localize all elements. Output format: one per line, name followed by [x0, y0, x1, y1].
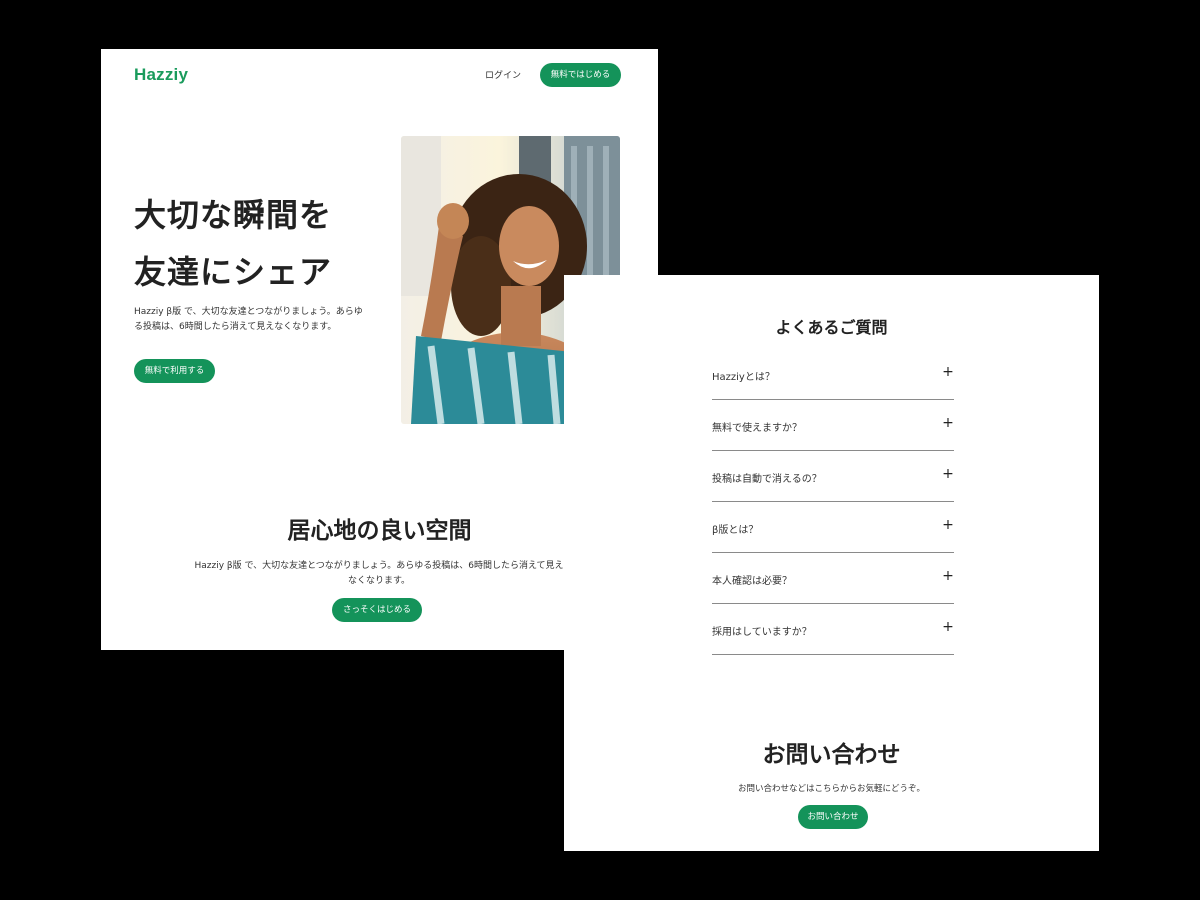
comfortable-space-description: Hazziy β版 で、大切な友達とつながりましょう。あらゆる投稿は、6時間した…	[194, 561, 564, 586]
plus-icon[interactable]: +	[942, 517, 954, 533]
hazziy-logo[interactable]: Hazziy	[134, 65, 188, 85]
contact-button[interactable]: お問い合わせ	[798, 805, 868, 829]
faq-question: β版とは？	[712, 525, 759, 536]
faq-question: 無料で使えますか？	[712, 423, 802, 434]
faq-item-hiring[interactable]: 採用はしていますか？ +	[712, 604, 954, 655]
plus-icon[interactable]: +	[942, 619, 954, 635]
free-start-button[interactable]: 無料ではじめる	[540, 63, 621, 87]
faq-item-auto-delete[interactable]: 投稿は自動で消えるの？ +	[712, 451, 954, 502]
faq-item-free[interactable]: 無料で使えますか？ +	[712, 400, 954, 451]
plus-icon[interactable]: +	[942, 364, 954, 380]
faq-question: Hazziyとは？	[712, 372, 775, 383]
contact-title: お問い合わせ	[762, 742, 901, 768]
login-link[interactable]: ログイン	[485, 68, 521, 81]
plus-icon[interactable]: +	[942, 568, 954, 584]
hero-title-line-2: 友達にシェア	[134, 253, 333, 291]
hero-title-line-1: 大切な瞬間を	[134, 196, 333, 234]
faq-item-verification[interactable]: 本人確認は必要？ +	[712, 553, 954, 604]
faq-page-screenshot: よくあるご質問 Hazziyとは？ + 無料で使えますか？ + 投稿は自動で消え…	[564, 275, 1099, 851]
faq-item-beta[interactable]: β版とは？ +	[712, 502, 954, 553]
hero-title: 大切な瞬間を 友達にシェア	[134, 187, 332, 301]
faq-list: Hazziyとは？ + 無料で使えますか？ + 投稿は自動で消えるの？ + β版…	[712, 349, 954, 655]
faq-item-about[interactable]: Hazziyとは？ +	[712, 349, 954, 400]
plus-icon[interactable]: +	[942, 466, 954, 482]
start-now-button[interactable]: さっそくはじめる	[332, 598, 422, 622]
faq-question: 採用はしていますか？	[712, 627, 812, 638]
faq-question: 投稿は自動で消えるの？	[712, 474, 822, 485]
use-free-button[interactable]: 無料で利用する	[134, 359, 215, 383]
faq-question: 本人確認は必要？	[712, 576, 792, 587]
hero-description: Hazziy β版 で、大切な友達とつながりましょう。あらゆる投稿は、6時間した…	[134, 307, 363, 332]
contact-description: お問い合わせなどはこちらからお気軽にどうぞ。	[737, 784, 925, 794]
plus-icon[interactable]: +	[942, 415, 954, 431]
faq-title: よくあるご質問	[775, 318, 888, 337]
